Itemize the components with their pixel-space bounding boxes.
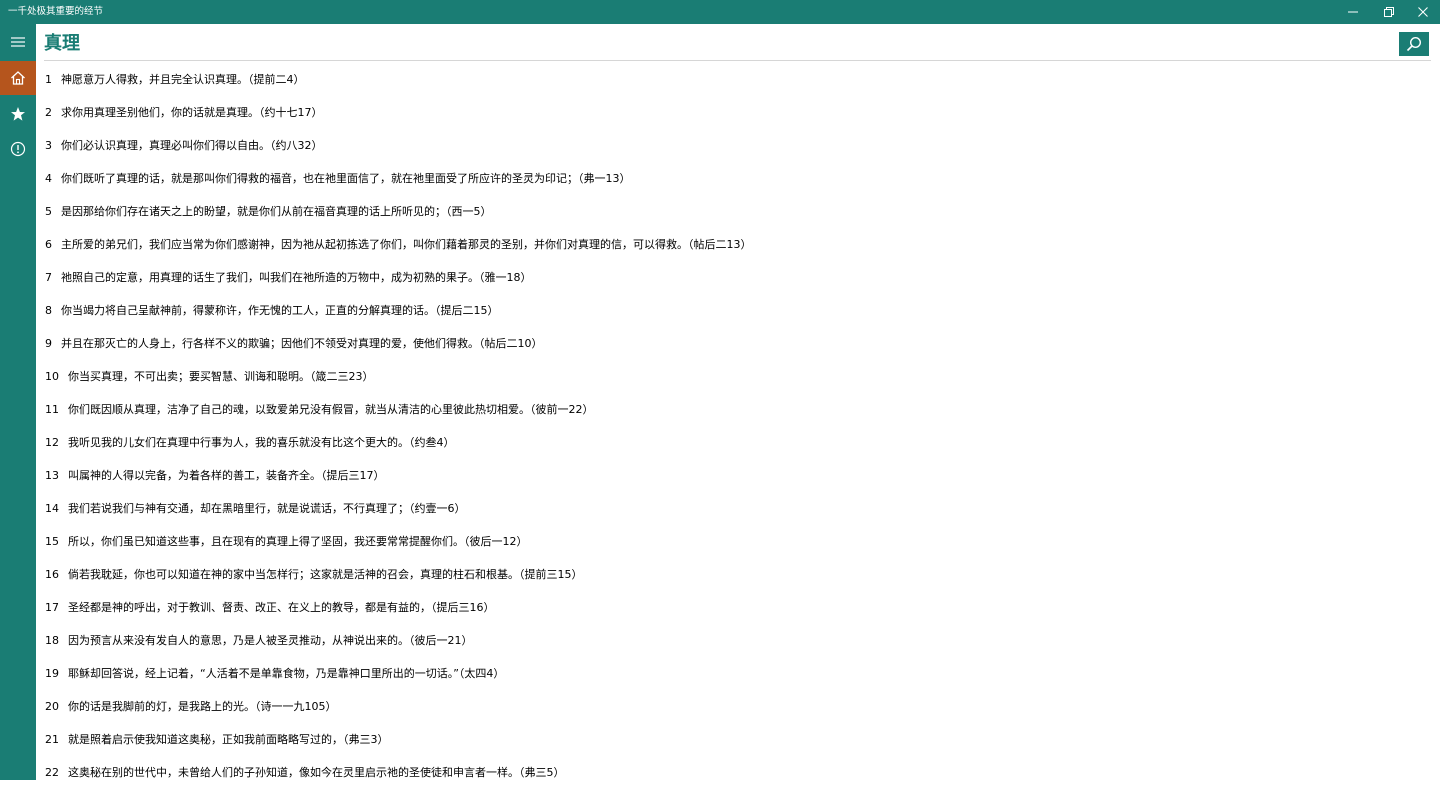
star-icon: [11, 107, 25, 121]
search-icon: [1406, 36, 1422, 52]
verse-list: 1 神愿意万人得救，并且完全认识真理。（提前二4） 2 求你用真理圣别他们，你的话就…: [45, 71, 1425, 797]
verse-number: 17: [45, 601, 59, 614]
verse-row[interactable]: 20 你的话是我脚前的灯，是我路上的光。（诗一一九105）: [45, 698, 1425, 731]
nav-about[interactable]: [0, 132, 36, 166]
verse-row[interactable]: 2 求你用真理圣别他们，你的话就是真理。（约十七17）: [45, 104, 1425, 137]
verse-row[interactable]: 13 叫属神的人得以完备，为着各样的善工，装备齐全。（提后三17）: [45, 467, 1425, 500]
verse-number: 10: [45, 370, 59, 383]
verse-number: 19: [45, 667, 59, 680]
verse-text: 你们必认识真理，真理必叫你们得以自由。（约八32）: [61, 139, 323, 152]
title-bar: 一千处极其重要的经节: [0, 0, 1440, 24]
verse-number: 21: [45, 733, 59, 746]
verse-text: 祂照自己的定意，用真理的话生了我们，叫我们在祂所造的万物中，成为初熟的果子。（雅…: [61, 271, 532, 284]
verse-text: 你当买真理，不可出卖；要买智慧、训诲和聪明。（箴二三23）: [68, 370, 374, 383]
verse-text: 并且在那灭亡的人身上，行各样不义的欺骗；因他们不领受对真理的爱，使他们得救。（帖…: [61, 337, 543, 350]
verse-text: 你们既听了真理的话，就是那叫你们得救的福音，也在祂里面信了，就在祂里面受了所应许…: [61, 172, 631, 185]
verse-text: 叫属神的人得以完备，为着各样的善工，装备齐全。（提后三17）: [68, 469, 385, 482]
verse-text: 你们既因顺从真理，洁净了自己的魂，以致爱弟兄没有假冒，就当从清洁的心里彼此热切相…: [68, 403, 594, 416]
verse-text: 求你用真理圣别他们，你的话就是真理。（约十七17）: [61, 106, 323, 119]
page-title: 真理: [44, 33, 80, 54]
verse-text: 主所爱的弟兄们，我们应当常为你们感谢神，因为祂从起初拣选了你们，叫你们藉着那灵的…: [61, 238, 752, 251]
restore-icon: [1384, 7, 1394, 17]
verse-number: 8: [45, 304, 52, 317]
verse-number: 6: [45, 238, 52, 251]
window-title: 一千处极其重要的经节: [8, 6, 104, 17]
verse-number: 12: [45, 436, 59, 449]
verse-number: 20: [45, 700, 59, 713]
verse-row[interactable]: 1 神愿意万人得救，并且完全认识真理。（提前二4）: [45, 71, 1425, 104]
verse-row[interactable]: 3 你们必认识真理，真理必叫你们得以自由。（约八32）: [45, 137, 1425, 170]
verse-number: 22: [45, 766, 59, 779]
home-icon: [11, 71, 25, 85]
verse-row[interactable]: 10 你当买真理，不可出卖；要买智慧、训诲和聪明。（箴二三23）: [45, 368, 1425, 401]
verse-number: 5: [45, 205, 52, 218]
header-divider: [44, 60, 1431, 61]
verse-text: 因为预言从来没有发自人的意思，乃是人被圣灵推动，从神说出来的。（彼后一21）: [68, 634, 473, 647]
verse-row[interactable]: 6 主所爱的弟兄们，我们应当常为你们感谢神，因为祂从起初拣选了你们，叫你们藉着那灵…: [45, 236, 1425, 269]
verse-number: 15: [45, 535, 59, 548]
verse-row[interactable]: 14 我们若说我们与神有交通，却在黑暗里行，就是说谎话，不行真理了；（约壹一6）: [45, 500, 1425, 533]
verse-text: 圣经都是神的呼出，对于教训、督责、改正、在义上的教导，都是有益的，（提后三16）: [68, 601, 495, 614]
close-button[interactable]: [1400, 0, 1440, 24]
verse-number: 9: [45, 337, 52, 350]
verse-text: 你当竭力将自己呈献神前，得蒙称许，作无愧的工人，正直的分解真理的话。（提后二15…: [61, 304, 499, 317]
verse-row[interactable]: 17 圣经都是神的呼出，对于教训、督责、改正、在义上的教导，都是有益的，（提后三1…: [45, 599, 1425, 632]
verse-row[interactable]: 4 你们既听了真理的话，就是那叫你们得救的福音，也在祂里面信了，就在祂里面受了所应…: [45, 170, 1425, 203]
hamburger-menu-icon: [11, 37, 25, 47]
verse-number: 7: [45, 271, 52, 284]
verse-text: 神愿意万人得救，并且完全认识真理。（提前二4）: [61, 73, 305, 86]
verse-text: 所以，你们虽已知道这些事，且在现有的真理上得了坚固，我还要常常提醒你们。（彼后一…: [68, 535, 528, 548]
verse-row[interactable]: 18 因为预言从来没有发自人的意思，乃是人被圣灵推动，从神说出来的。（彼后一21）: [45, 632, 1425, 665]
minimize-icon: [1348, 11, 1358, 13]
verse-number: 13: [45, 469, 59, 482]
verse-row[interactable]: 9 并且在那灭亡的人身上，行各样不义的欺骗；因他们不领受对真理的爱，使他们得救。（…: [45, 335, 1425, 368]
verse-number: 11: [45, 403, 59, 416]
verse-text: 这奥秘在别的世代中，未曾给人们的子孙知道，像如今在灵里启示祂的圣使徒和申言者一样…: [68, 766, 565, 779]
verse-row[interactable]: 19 耶稣却回答说，经上记着，“人活着不是单靠食物，乃是靠神口里所出的一切话。”（…: [45, 665, 1425, 698]
verse-row[interactable]: 7 祂照自己的定意，用真理的话生了我们，叫我们在祂所造的万物中，成为初熟的果子。（…: [45, 269, 1425, 302]
verse-text: 我听见我的儿女们在真理中行事为人，我的喜乐就没有比这个更大的。（约叁4）: [68, 436, 455, 449]
verse-text: 你的话是我脚前的灯，是我路上的光。（诗一一九105）: [68, 700, 337, 713]
close-icon: [1418, 7, 1428, 17]
verse-number: 16: [45, 568, 59, 581]
verse-row[interactable]: 5 是因那给你们存在诸天之上的盼望，就是你们从前在福音真理的话上所听见的；（西一5…: [45, 203, 1425, 236]
verse-row[interactable]: 22 这奥秘在别的世代中，未曾给人们的子孙知道，像如今在灵里启示祂的圣使徒和申言者…: [45, 764, 1425, 797]
verse-row[interactable]: 15 所以，你们虽已知道这些事，且在现有的真理上得了坚固，我还要常常提醒你们。（彼…: [45, 533, 1425, 566]
verse-text: 是因那给你们存在诸天之上的盼望，就是你们从前在福音真理的话上所听见的；（西一5）: [61, 205, 492, 218]
verse-row[interactable]: 12 我听见我的儿女们在真理中行事为人，我的喜乐就没有比这个更大的。（约叁4）: [45, 434, 1425, 467]
verse-row[interactable]: 11 你们既因顺从真理，洁净了自己的魂，以致爱弟兄没有假冒，就当从清洁的心里彼此热…: [45, 401, 1425, 434]
verse-number: 4: [45, 172, 52, 185]
verse-row[interactable]: 8 你当竭力将自己呈献神前，得蒙称许，作无愧的工人，正直的分解真理的话。（提后二1…: [45, 302, 1425, 335]
nav-favorites[interactable]: [0, 97, 36, 131]
nav-home[interactable]: [0, 61, 36, 95]
verse-row[interactable]: 16 倘若我耽延，你也可以知道在神的家中当怎样行；这家就是活神的召会，真理的柱石和…: [45, 566, 1425, 599]
verse-text: 我们若说我们与神有交通，却在黑暗里行，就是说谎话，不行真理了；（约壹一6）: [68, 502, 466, 515]
verse-row[interactable]: 21 就是照着启示使我知道这奥秘，正如我前面略略写过的，（弗三3）: [45, 731, 1425, 764]
hamburger-menu-button[interactable]: [0, 25, 36, 59]
verse-number: 14: [45, 502, 59, 515]
verse-number: 2: [45, 106, 52, 119]
verse-text: 倘若我耽延，你也可以知道在神的家中当怎样行；这家就是活神的召会，真理的柱石和根基…: [68, 568, 583, 581]
verse-number: 1: [45, 73, 52, 86]
verse-number: 18: [45, 634, 59, 647]
sidebar: [0, 24, 36, 780]
verse-number: 3: [45, 139, 52, 152]
verse-text: 耶稣却回答说，经上记着，“人活着不是单靠食物，乃是靠神口里所出的一切话。”（太四…: [68, 667, 505, 680]
verse-text: 就是照着启示使我知道这奥秘，正如我前面略略写过的，（弗三3）: [68, 733, 389, 746]
search-button[interactable]: [1399, 32, 1429, 56]
info-icon: [10, 141, 26, 157]
